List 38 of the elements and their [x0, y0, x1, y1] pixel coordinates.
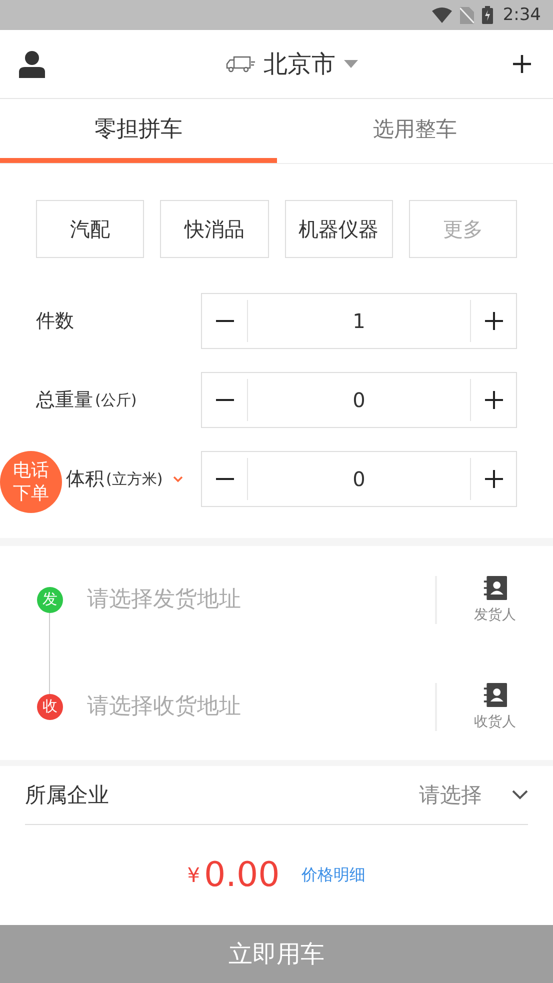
battery-icon — [482, 6, 493, 24]
contact-book-icon[interactable] — [482, 576, 508, 600]
currency-symbol: ¥ — [187, 863, 200, 887]
quantity-label: 总重量 — [36, 388, 93, 413]
tab[interactable]: 零担拼车 — [0, 99, 276, 163]
unit-label: (立方米) — [106, 470, 163, 488]
chevron-down-icon[interactable] — [512, 790, 528, 800]
minus-icon — [216, 478, 234, 480]
plus-icon — [484, 391, 502, 409]
quantity-label: 体积 — [66, 467, 104, 492]
address-badge: 收 — [37, 694, 63, 720]
city-selector[interactable]: 北京市 — [264, 48, 336, 80]
contact-book-icon[interactable] — [482, 682, 508, 706]
address-field[interactable]: 请选择收货地址 — [85, 693, 435, 720]
user-icon[interactable] — [18, 50, 46, 78]
add-icon[interactable] — [513, 55, 531, 73]
category-button[interactable]: 快消品 — [160, 200, 268, 258]
clock-time: 2:34 — [502, 5, 541, 25]
address-field[interactable]: 请选择发货地址 — [85, 586, 435, 613]
company-picker[interactable]: 请选择 — [419, 781, 482, 809]
unit-label: (公斤) — [95, 390, 137, 410]
category-button[interactable]: 机器仪器 — [284, 200, 393, 258]
minus-icon — [216, 399, 234, 401]
plus-icon — [484, 470, 502, 488]
quantity-label: 件数 — [36, 309, 74, 334]
price-amount: 0.00 — [204, 855, 280, 895]
contact-label[interactable]: 收货人 — [474, 712, 516, 730]
category-button[interactable]: 汽配 — [36, 200, 144, 258]
address-badge: 发 — [37, 586, 63, 612]
company-label: 所属企业 — [25, 782, 110, 809]
tab[interactable]: 选用整车 — [276, 99, 553, 163]
wifi-icon — [432, 7, 452, 23]
minus-icon — [216, 320, 234, 322]
contact-label[interactable]: 发货人 — [474, 606, 516, 624]
plus-icon — [484, 312, 502, 330]
no-sim-icon — [460, 6, 474, 24]
truck-icon — [226, 55, 256, 73]
caret-icon[interactable] — [344, 60, 358, 68]
